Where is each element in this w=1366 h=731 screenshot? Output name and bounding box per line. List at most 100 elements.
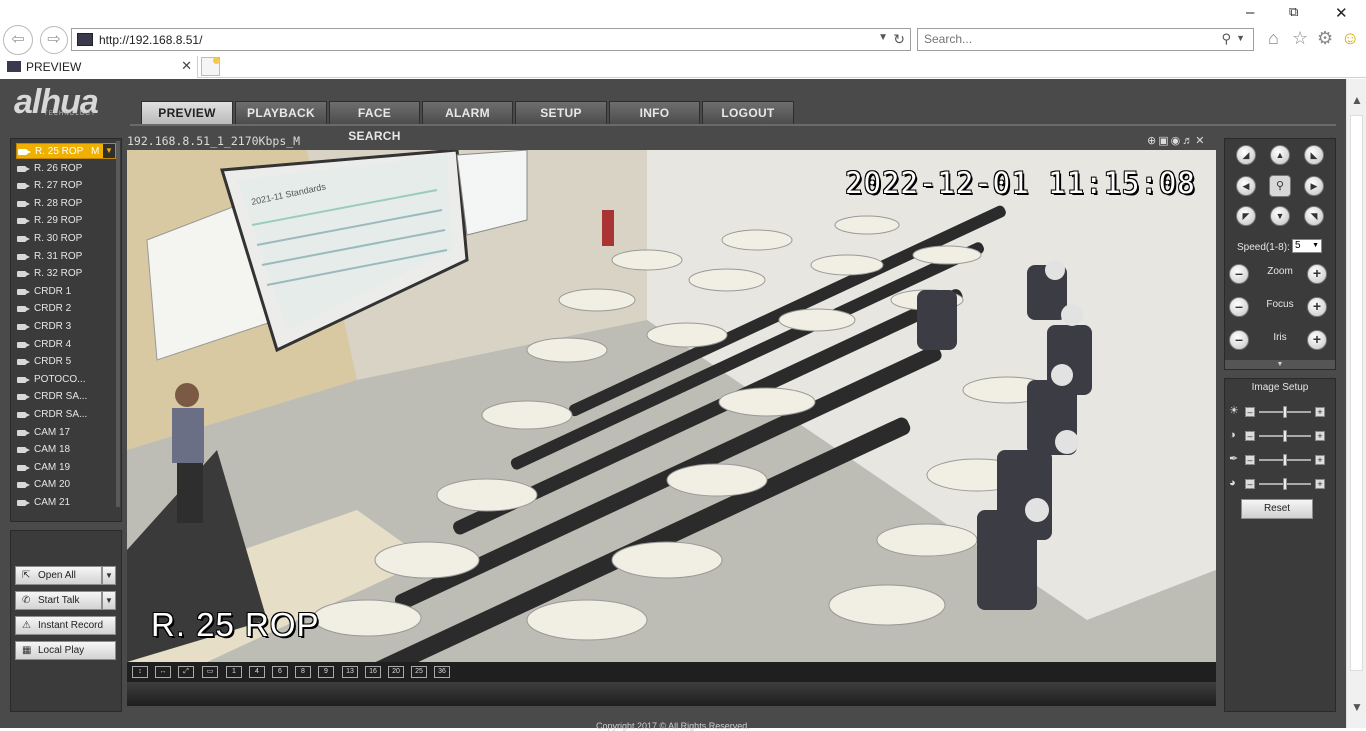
camera-item[interactable]: R. 29 ROP xyxy=(16,213,116,229)
camera-item[interactable]: R. 31 ROP xyxy=(16,249,116,265)
layout-button[interactable]: 36 xyxy=(434,666,450,678)
layout-button[interactable]: 8 xyxy=(295,666,311,678)
focus-in-button[interactable]: + xyxy=(1307,297,1327,317)
instant-record-button[interactable]: ⚠ Instant Record xyxy=(15,616,116,635)
close-video-icon[interactable]: ✕ xyxy=(1195,135,1206,147)
layout-button[interactable]: 16 xyxy=(365,666,381,678)
page-scrollbar[interactable]: ▲ ▼ xyxy=(1346,79,1366,728)
scroll-down-icon[interactable]: ▼ xyxy=(1351,700,1363,714)
camera-item[interactable]: R. 26 ROP xyxy=(16,161,116,177)
tab-close-icon[interactable]: ✕ xyxy=(181,58,192,74)
start-talk-button[interactable]: ✆ Start Talk xyxy=(15,591,102,610)
address-dropdown-icon[interactable]: ▼ xyxy=(878,32,888,43)
camera-item[interactable]: CAM 19 xyxy=(16,460,116,476)
camera-item[interactable]: CRDR 3 xyxy=(16,319,116,335)
layout-button[interactable]: ▭ xyxy=(202,666,218,678)
smiley-icon[interactable]: ☺ xyxy=(1341,28,1359,49)
ptz-up-button[interactable]: ▲ xyxy=(1270,145,1290,165)
camera-item[interactable]: CAM 20 xyxy=(16,477,116,493)
camera-item[interactable]: CAM 21 xyxy=(16,495,116,511)
forward-button[interactable]: ⇨ xyxy=(40,26,68,54)
ptz-down-button[interactable]: ▼ xyxy=(1270,206,1290,226)
snapshot-icon[interactable]: ◉ xyxy=(1171,135,1183,147)
decrease-button[interactable]: – xyxy=(1245,479,1255,489)
ptz-auto-focus-icon[interactable]: ⚲ xyxy=(1269,175,1291,197)
camera-item[interactable]: R. 30 ROP xyxy=(16,231,116,247)
search-input[interactable] xyxy=(924,32,1204,46)
scroll-thumb[interactable] xyxy=(1350,115,1363,671)
tab-playback[interactable]: PLAYBACK xyxy=(235,101,327,125)
camera-item[interactable]: R. 27 ROP xyxy=(16,178,116,194)
video-feed[interactable]: 2021-11 Standards 2022-12-01 11:15:08 R.… xyxy=(127,150,1216,662)
layout-button[interactable]: ⤢ xyxy=(178,666,194,678)
layout-button[interactable]: ↕ xyxy=(132,666,148,678)
decrease-button[interactable]: – xyxy=(1245,455,1255,465)
scroll-up-icon[interactable]: ▲ xyxy=(1351,93,1363,107)
gear-icon[interactable]: ⚙ xyxy=(1317,28,1333,49)
restore-button[interactable]: ⧉ xyxy=(1289,4,1298,20)
tab-alarm[interactable]: ALARM xyxy=(422,101,513,125)
audio-icon[interactable]: ♬ xyxy=(1182,135,1195,147)
ptz-up-right-button[interactable]: ◣ xyxy=(1304,145,1324,165)
increase-button[interactable]: + xyxy=(1315,407,1325,417)
star-icon[interactable]: ☆ xyxy=(1292,28,1308,49)
layout-button[interactable]: ↔ xyxy=(155,666,171,678)
layout-button[interactable]: 4 xyxy=(249,666,265,678)
address-bar[interactable]: http://192.168.8.51/ ▼ ↻ xyxy=(71,28,911,51)
record-icon[interactable]: ▣ xyxy=(1158,135,1170,147)
camera-item[interactable]: CRDR 2 xyxy=(16,301,116,317)
slider-thumb[interactable] xyxy=(1283,430,1287,442)
start-talk-dropdown[interactable]: ▼ xyxy=(102,591,116,610)
tab-setup[interactable]: SETUP xyxy=(515,101,607,125)
camera-item[interactable]: CAM 17 xyxy=(16,425,116,441)
camera-item[interactable]: CRDR 1 xyxy=(16,284,116,300)
close-window-button[interactable]: ✕ xyxy=(1335,4,1348,22)
refresh-icon[interactable]: ↻ xyxy=(893,31,905,48)
tab-preview[interactable]: PREVIEW xyxy=(141,101,233,125)
ptz-down-left-button[interactable]: ◤ xyxy=(1236,206,1256,226)
camera-item[interactable]: CAM 18 xyxy=(16,442,116,458)
home-icon[interactable]: ⌂ xyxy=(1268,28,1279,49)
camera-item[interactable]: R. 32 ROP xyxy=(16,266,116,282)
search-box[interactable]: ⚲ ▼ xyxy=(917,28,1254,51)
camera-list-scrollbar[interactable] xyxy=(116,141,120,507)
decrease-button[interactable]: – xyxy=(1245,407,1255,417)
increase-button[interactable]: + xyxy=(1315,455,1325,465)
camera-item[interactable]: CRDR SA... xyxy=(16,407,116,423)
layout-button[interactable]: 20 xyxy=(388,666,404,678)
ptz-down-right-button[interactable]: ◥ xyxy=(1304,206,1324,226)
ptz-right-button[interactable]: ▶ xyxy=(1304,176,1324,196)
slider-thumb[interactable] xyxy=(1283,454,1287,466)
back-button[interactable]: ⇦ xyxy=(3,25,33,55)
search-dropdown-icon[interactable]: ▼ xyxy=(1236,33,1245,43)
tab-logout[interactable]: LOGOUT xyxy=(702,101,794,125)
decrease-button[interactable]: – xyxy=(1245,431,1255,441)
camera-item[interactable]: CRDR 4 xyxy=(16,337,116,353)
layout-button[interactable]: 25 xyxy=(411,666,427,678)
stream-dropdown-icon[interactable]: ▼ xyxy=(103,144,115,158)
iris-open-button[interactable]: + xyxy=(1307,330,1327,350)
local-play-button[interactable]: ▦ Local Play xyxy=(15,641,116,660)
camera-item[interactable]: POTOCO... xyxy=(16,372,116,388)
camera-item[interactable]: CRDR SA... xyxy=(16,389,116,405)
layout-button[interactable]: 13 xyxy=(342,666,358,678)
browser-tab-preview[interactable]: PREVIEW ✕ xyxy=(0,56,198,78)
speed-select[interactable]: 5 xyxy=(1292,239,1322,253)
slider-thumb[interactable] xyxy=(1283,478,1287,490)
tab-face-search[interactable]: FACE SEARCH xyxy=(329,101,420,143)
zoom-icon[interactable]: ⊕ xyxy=(1147,135,1158,147)
layout-button[interactable]: 9 xyxy=(318,666,334,678)
zoom-in-button[interactable]: + xyxy=(1307,264,1327,284)
open-all-button[interactable]: ⇱ Open All xyxy=(15,566,102,585)
new-tab-button[interactable] xyxy=(201,57,220,76)
search-icon[interactable]: ⚲ xyxy=(1221,31,1231,47)
ptz-up-left-button[interactable]: ◢ xyxy=(1236,145,1256,165)
camera-item[interactable]: R. 25 ROP M ▼ xyxy=(16,143,116,159)
minimize-button[interactable]: – xyxy=(1246,4,1254,21)
slider-thumb[interactable] xyxy=(1283,406,1287,418)
reset-button[interactable]: Reset xyxy=(1241,499,1313,519)
increase-button[interactable]: + xyxy=(1315,479,1325,489)
camera-item[interactable]: R. 28 ROP xyxy=(16,196,116,212)
layout-button[interactable]: 6 xyxy=(272,666,288,678)
increase-button[interactable]: + xyxy=(1315,431,1325,441)
